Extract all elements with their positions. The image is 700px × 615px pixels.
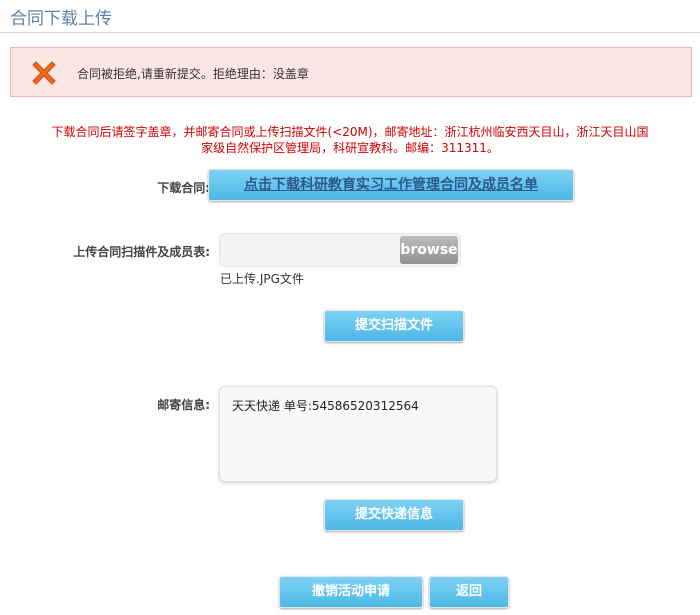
mail-label: 邮寄信息: [157,398,210,412]
notice-line-1: 下载合同后请签字盖章，并邮寄合同或上传扫描文件(<20M)，邮寄地址：浙江杭州临… [51,125,649,139]
mail-info-textarea[interactable]: 天天快递 单号:54586520312564 [219,386,497,482]
mailing-notice: 下载合同后请签字盖章，并邮寄合同或上传扫描文件(<20M)，邮寄地址：浙江杭州临… [0,124,700,156]
download-contract-button[interactable]: 点击下载科研教育实习工作管理合同及成员名单 [208,169,574,201]
browse-button[interactable]: browse [400,236,458,264]
page-title: 合同下载上传 [10,9,112,29]
uploaded-status: 已上传.JPG文件 [220,272,304,286]
notice-line-2: 家级自然保护区管理局，科研宣教科。邮编：311311。 [201,141,499,155]
file-path-input[interactable] [220,234,398,266]
error-x-icon [32,61,56,85]
cancel-application-button[interactable]: 撤销活动申请 [279,576,423,608]
upload-file-field[interactable]: browse [219,233,461,267]
title-divider [0,32,700,33]
download-label: 下载合同: [157,181,210,195]
submit-scan-button[interactable]: 提交扫描文件 [324,310,464,342]
alert-message: 合同被拒绝,请重新提交。拒绝理由：没盖章 [77,67,309,81]
rejection-alert: 合同被拒绝,请重新提交。拒绝理由：没盖章 [10,47,692,97]
back-button[interactable]: 返回 [429,576,509,608]
upload-label: 上传合同扫描件及成员表: [73,245,210,259]
submit-express-button[interactable]: 提交快递信息 [324,499,464,531]
